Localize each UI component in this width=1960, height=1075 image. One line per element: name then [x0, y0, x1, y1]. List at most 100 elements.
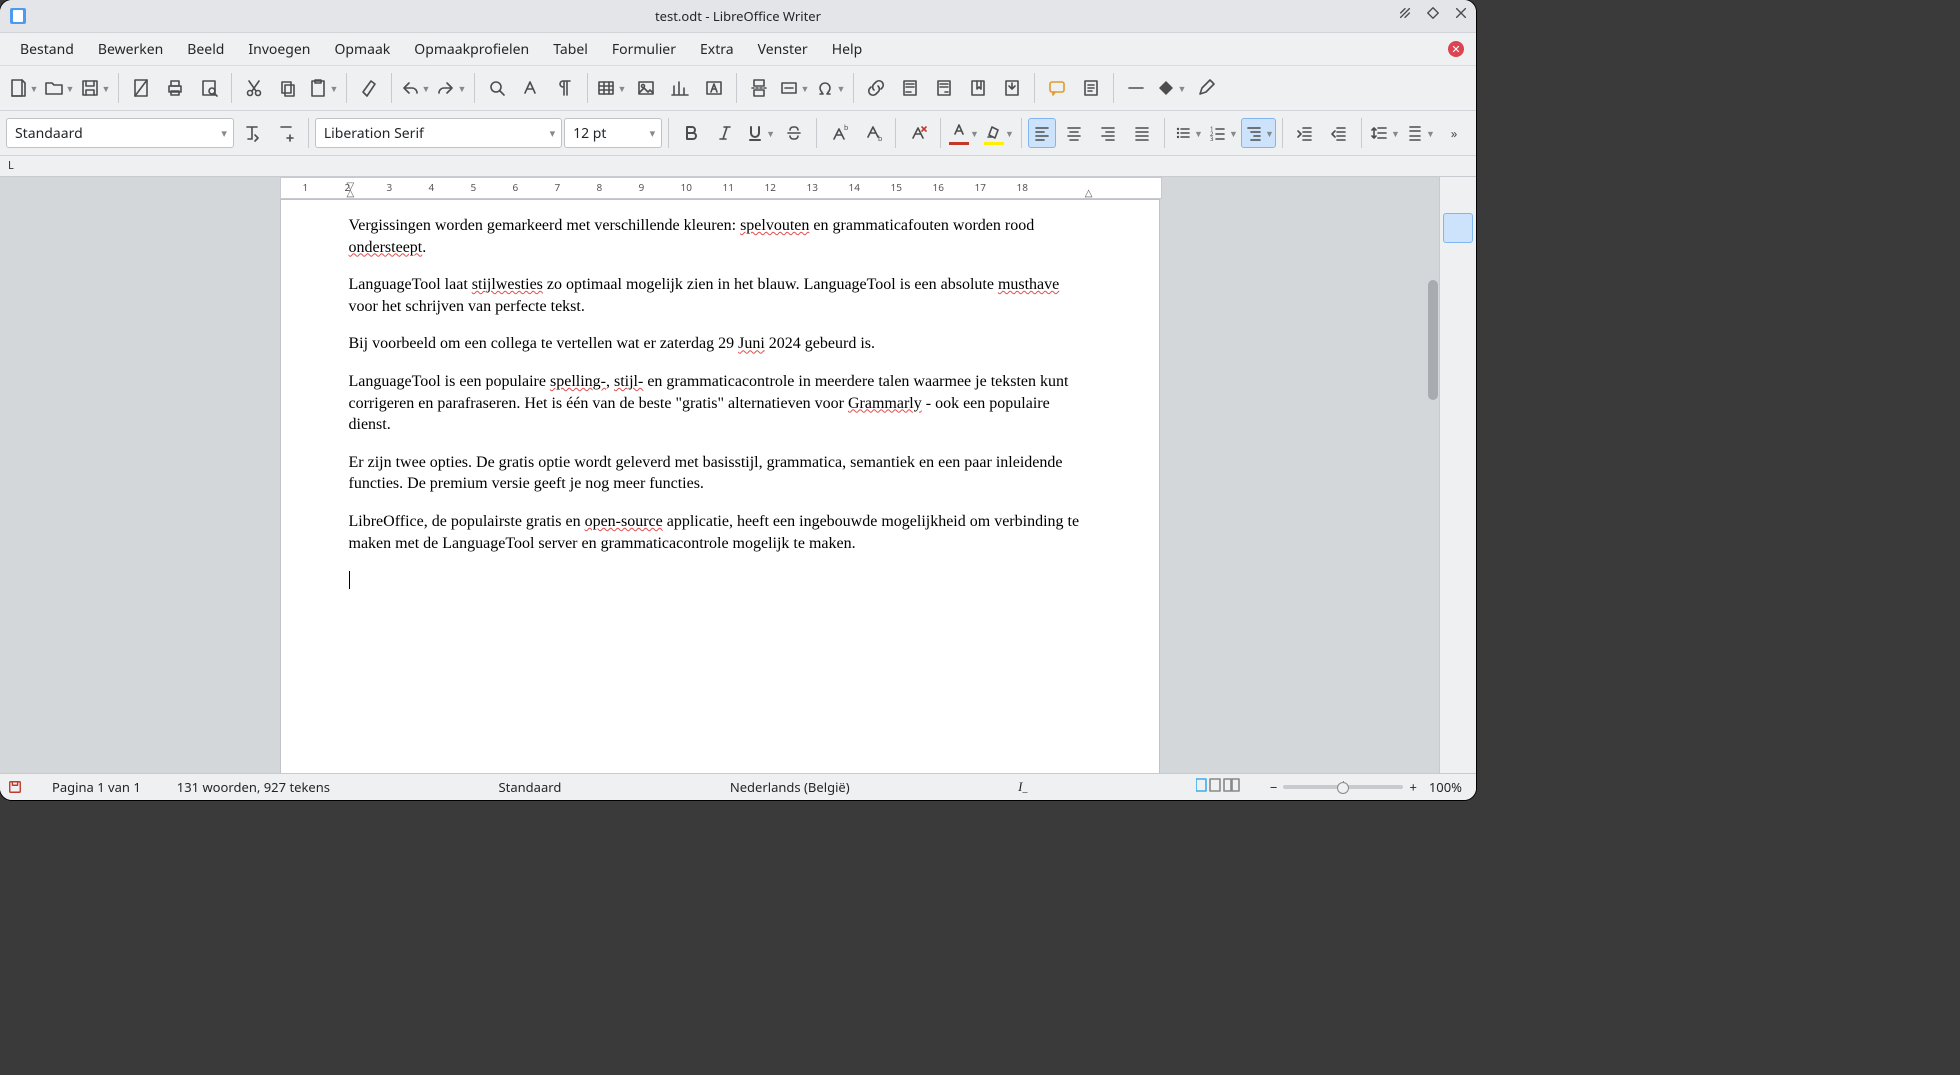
spelling-error[interactable]: spelvouten [740, 217, 809, 234]
insert-page-break-button[interactable] [743, 73, 775, 103]
text-run[interactable]: . [422, 239, 426, 256]
show-draw-button[interactable] [1190, 73, 1222, 103]
cut-button[interactable] [238, 73, 270, 103]
spelling-error[interactable]: stijl- [614, 373, 643, 390]
spelling-error[interactable]: musthave [998, 276, 1059, 293]
formatting-marks-button[interactable] [549, 73, 581, 103]
horizontal-ruler[interactable]: 123456789101112131415161718▽△△ [280, 177, 1162, 199]
spelling-error[interactable]: Grammarly [848, 395, 922, 412]
menu-beeld[interactable]: Beeld [175, 34, 236, 65]
sidebar-gallery-button[interactable] [1444, 279, 1472, 307]
insert-hyperlink-button[interactable] [860, 73, 892, 103]
superscript-button[interactable]: b [823, 118, 855, 148]
menu-opmaak[interactable]: Opmaak [322, 34, 402, 65]
zoom-in-button[interactable]: + [1409, 778, 1416, 796]
insert-field-button[interactable]: ▼ [777, 73, 811, 103]
align-left-button[interactable] [1028, 118, 1056, 148]
font-size-combo[interactable]: 12 pt [564, 118, 662, 148]
zoom-slider[interactable] [1283, 785, 1403, 789]
decrease-indent-button[interactable] [1323, 118, 1355, 148]
spelling-error[interactable]: open-source [585, 513, 663, 530]
text-run[interactable]: LanguageTool laat [349, 276, 472, 293]
more-buttons[interactable]: » [1438, 118, 1470, 148]
insert-bookmark-button[interactable] [962, 73, 994, 103]
paragraph[interactable]: Er zijn twee opties. De gratis optie wor… [349, 452, 1091, 495]
align-justify-button[interactable] [1126, 118, 1158, 148]
text-run[interactable]: LibreOffice, de populairste gratis en [349, 513, 585, 530]
paragraph-style-combo[interactable]: Standaard [6, 118, 234, 148]
line-spacing-button[interactable]: ▼ [1368, 118, 1401, 148]
insert-comment-button[interactable] [1041, 73, 1073, 103]
open-button[interactable]: ▼ [42, 73, 76, 103]
increase-indent-button[interactable] [1289, 118, 1321, 148]
number-list-button[interactable]: 123▼ [1206, 118, 1239, 148]
close-button[interactable] [1454, 6, 1468, 20]
minimize-button[interactable] [1398, 6, 1412, 20]
insert-table-button[interactable]: ▼ [594, 73, 628, 103]
paragraph[interactable]: LibreOffice, de populairste gratis en op… [349, 511, 1091, 554]
text-run[interactable]: voor het schrijven van perfecte tekst. [349, 298, 585, 315]
text-run[interactable]: zo optimaal mogelijk zien in het blauw. … [543, 276, 998, 293]
menu-venster[interactable]: Venster [746, 34, 820, 65]
insert-special-char-button[interactable]: ▼ [813, 73, 847, 103]
menu-opmaakprofielen[interactable]: Opmaakprofielen [402, 34, 541, 65]
text-run[interactable]: Vergissingen worden gemarkeerd met versc… [349, 217, 741, 234]
menu-formulier[interactable]: Formulier [600, 34, 688, 65]
sidebar-page-deck-button[interactable] [1444, 343, 1472, 371]
text-run[interactable]: Er zijn twee opties. De gratis optie wor… [349, 454, 1063, 493]
bullet-list-button[interactable]: ▼ [1171, 118, 1204, 148]
status-page[interactable]: Pagina 1 van 1 [46, 776, 147, 798]
document-page[interactable]: Vergissingen worden gemarkeerd met versc… [280, 199, 1160, 773]
paste-button[interactable]: ▼ [306, 73, 340, 103]
copy-button[interactable] [272, 73, 304, 103]
menu-tabel[interactable]: Tabel [541, 34, 600, 65]
spellcheck-button[interactable] [515, 73, 547, 103]
maximize-button[interactable] [1426, 6, 1440, 20]
outline-button[interactable]: ▼ [1241, 118, 1276, 148]
status-page-style[interactable]: Standaard [493, 776, 568, 798]
new-button[interactable]: ▼ [6, 73, 40, 103]
status-insert-mode[interactable]: I_ [1012, 777, 1033, 797]
insert-line-button[interactable] [1120, 73, 1152, 103]
insert-cross-reference-button[interactable] [996, 73, 1028, 103]
menu-bewerken[interactable]: Bewerken [86, 34, 175, 65]
subscript-button[interactable]: b [857, 118, 889, 148]
status-language[interactable]: Nederlands (België) [724, 776, 856, 798]
insert-footnote-button[interactable] [894, 73, 926, 103]
basic-shapes-button[interactable]: ▼ [1154, 73, 1188, 103]
sidebar-navigator-button[interactable] [1444, 311, 1472, 339]
undo-button[interactable]: ▼ [398, 73, 432, 103]
text-run[interactable]: , [606, 373, 614, 390]
save-button[interactable]: ▼ [78, 73, 112, 103]
spelling-error[interactable]: spelling- [550, 373, 606, 390]
sidebar-page-button[interactable] [1443, 213, 1473, 243]
new-style-button[interactable] [270, 118, 302, 148]
redo-button[interactable]: ▼ [434, 73, 468, 103]
insert-chart-button[interactable] [664, 73, 696, 103]
zoom-percent[interactable]: 100% [1423, 776, 1468, 798]
find-button[interactable] [481, 73, 513, 103]
save-status-icon[interactable] [8, 780, 22, 794]
sidebar-properties-button[interactable] [1444, 181, 1472, 209]
zoom-out-button[interactable]: − [1270, 778, 1277, 796]
left-indent-marker[interactable]: △ [347, 185, 355, 199]
spelling-error[interactable]: ondersteept [349, 239, 423, 256]
sidebar-style-inspector-button[interactable] [1444, 375, 1472, 403]
text-run[interactable]: 2024 gebeurd is. [765, 335, 875, 352]
insert-image-button[interactable] [630, 73, 662, 103]
menu-extra[interactable]: Extra [688, 34, 746, 65]
font-color-button[interactable]: ▼ [947, 118, 980, 148]
font-name-combo[interactable]: Liberation Serif [315, 118, 562, 148]
status-wordcount[interactable]: 131 woorden, 927 tekens [171, 776, 336, 798]
strikethrough-button[interactable] [778, 118, 810, 148]
sidebar-styles-button[interactable] [1444, 247, 1472, 275]
spelling-error[interactable]: Juni [738, 335, 765, 352]
print-preview-button[interactable] [193, 73, 225, 103]
paragraph[interactable]: Vergissingen worden gemarkeerd met versc… [349, 215, 1091, 258]
menu-invoegen[interactable]: Invoegen [236, 34, 322, 65]
right-indent-marker[interactable]: △ [1085, 185, 1093, 199]
vertical-scrollbar-thumb[interactable] [1428, 280, 1438, 400]
insert-endnote-button[interactable] [928, 73, 960, 103]
track-changes-button[interactable] [1075, 73, 1107, 103]
insert-textbox-button[interactable] [698, 73, 730, 103]
